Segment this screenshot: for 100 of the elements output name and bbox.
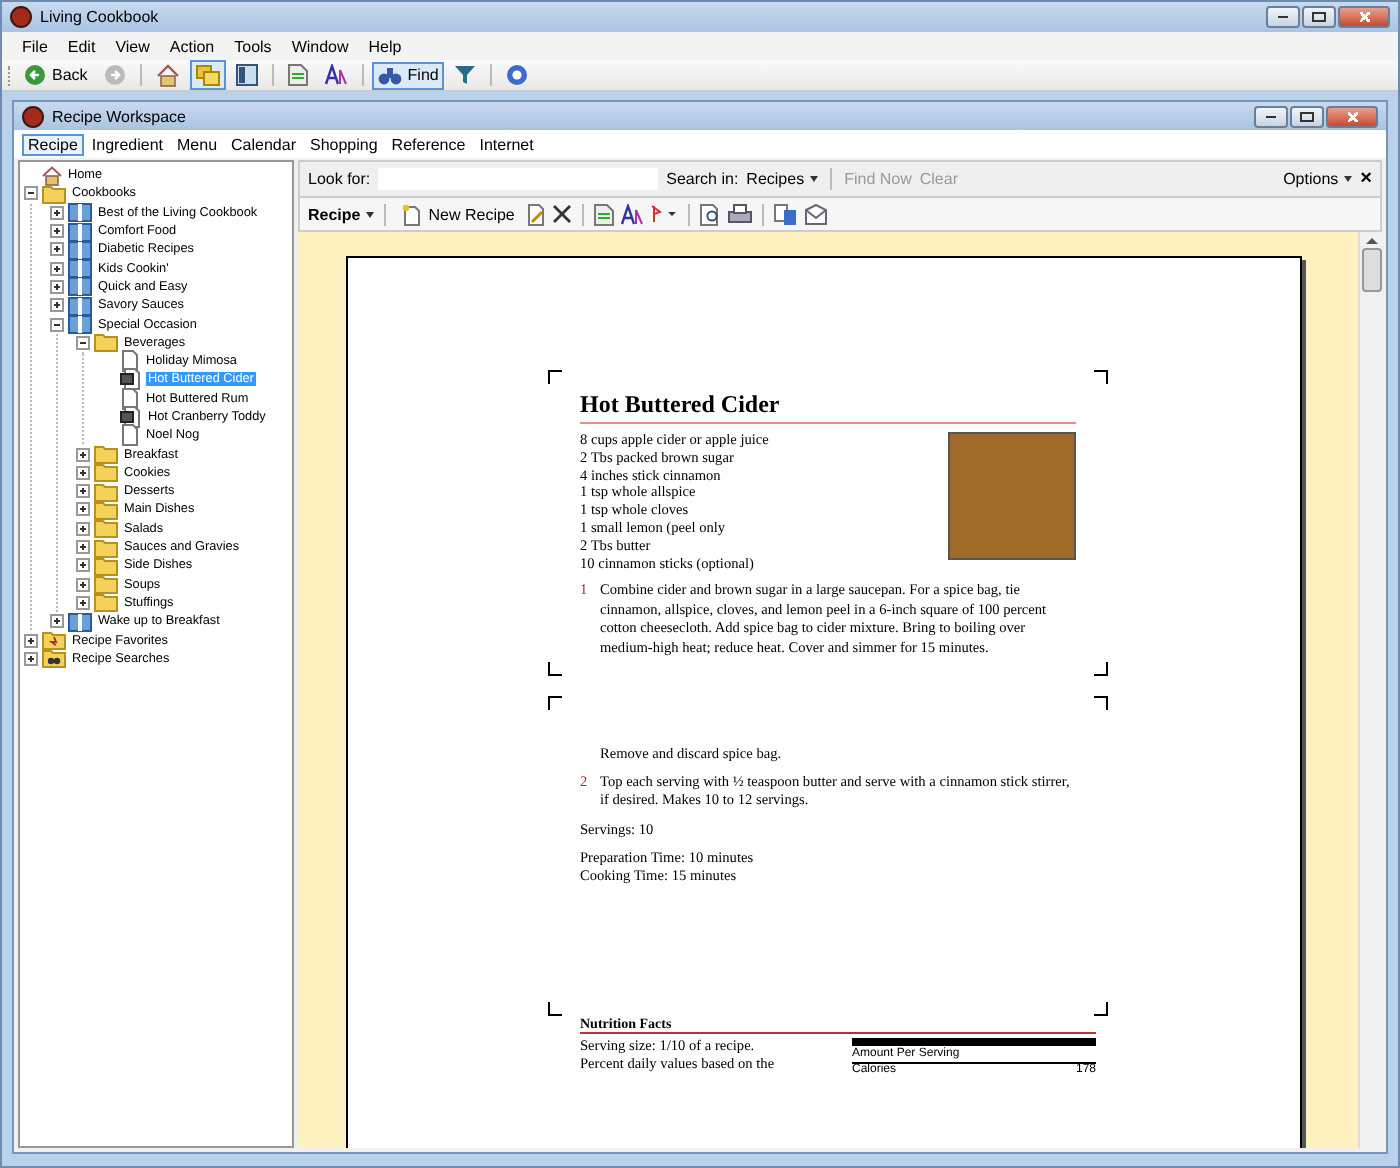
book-icon: [68, 239, 92, 260]
document-icon[interactable]: [594, 203, 615, 225]
tomato-logo-icon: [10, 6, 32, 28]
expand-toggle[interactable]: [76, 502, 90, 517]
crop-mark: [1094, 370, 1108, 384]
folder-icon: [94, 574, 118, 595]
expand-toggle[interactable]: [50, 224, 64, 239]
crop-mark: [1094, 662, 1108, 677]
expand-toggle[interactable]: [76, 447, 90, 462]
expand-toggle[interactable]: [76, 521, 90, 536]
expand-toggle[interactable]: [24, 651, 38, 666]
expand-toggle[interactable]: [76, 595, 90, 610]
folder-icon: [42, 183, 66, 204]
close-button[interactable]: ×: [1360, 168, 1372, 190]
expand-toggle[interactable]: [76, 465, 90, 480]
folder-icon: [94, 444, 118, 465]
book-icon: [68, 611, 92, 632]
back-button[interactable]: Back: [18, 60, 94, 90]
expand-toggle[interactable]: [50, 261, 64, 276]
book-icon: [68, 202, 92, 223]
menu-item[interactable]: Tools: [226, 37, 280, 55]
house-icon: [42, 165, 62, 186]
book-icon: [68, 221, 92, 242]
workspace-tab[interactable]: Reference: [385, 133, 472, 155]
expand-toggle[interactable]: [76, 540, 90, 555]
folder-icon: [94, 555, 118, 576]
scrollbar[interactable]: [1358, 232, 1382, 1148]
tomato-logo-icon: [22, 105, 44, 127]
menu-item[interactable]: View: [107, 37, 158, 55]
menu-item[interactable]: Edit: [59, 37, 104, 55]
binoculars-icon: [377, 65, 402, 85]
page-icon: [120, 387, 140, 410]
maximize-button[interactable]: [1302, 6, 1336, 28]
copy-page-icon[interactable]: [774, 203, 799, 225]
page-with-picture-icon: [120, 406, 142, 429]
minimize-button[interactable]: [1254, 105, 1288, 127]
workspace-tab[interactable]: Ingredient: [85, 133, 169, 155]
folder-icon: [94, 481, 118, 502]
search-scope-dropdown[interactable]: Recipes: [746, 170, 819, 188]
crop-mark: [1094, 696, 1108, 711]
new-page-icon: [402, 203, 423, 225]
folder-icon: [94, 500, 118, 520]
caret-icon: [810, 176, 819, 182]
expand-toggle[interactable]: [50, 242, 64, 257]
workspace-tab[interactable]: Shopping: [303, 133, 384, 155]
menu-item[interactable]: Window: [283, 37, 357, 55]
restore-button[interactable]: [1290, 105, 1324, 127]
edit-page-icon[interactable]: [526, 203, 547, 225]
envelope-icon[interactable]: [804, 203, 829, 225]
printer-icon[interactable]: [728, 204, 753, 224]
expand-toggle[interactable]: [76, 484, 90, 499]
expand-toggle[interactable]: [50, 298, 64, 313]
page-with-picture-icon: [120, 368, 142, 391]
menu-item[interactable]: Action: [161, 37, 223, 55]
binoculars-folder-icon: [42, 648, 66, 669]
close-button[interactable]: [1326, 105, 1378, 127]
expand-toggle[interactable]: [24, 633, 38, 648]
expand-toggle[interactable]: [76, 577, 90, 592]
menu-item[interactable]: Help: [360, 37, 410, 55]
find-button[interactable]: Find: [371, 61, 445, 89]
close-button[interactable]: [1338, 6, 1390, 28]
scroll-thumb[interactable]: [1361, 248, 1381, 292]
crop-mark: [548, 662, 562, 677]
collapse-toggle[interactable]: [24, 186, 38, 201]
page-icon: [120, 424, 140, 447]
crop-mark: [548, 696, 562, 711]
expand-toggle[interactable]: [50, 279, 64, 294]
collapse-toggle[interactable]: [50, 317, 64, 332]
field-label: Search in:: [666, 170, 739, 188]
recipe-menu-button[interactable]: Recipe: [308, 205, 375, 223]
book-icon: [68, 258, 92, 279]
star-folder-icon: [42, 630, 66, 651]
folder-icon: [94, 537, 118, 558]
workspace-tab[interactable]: Menu: [171, 133, 224, 155]
collapse-toggle[interactable]: [76, 335, 90, 350]
book-icon: [68, 295, 92, 316]
workspace-tab[interactable]: Recipe: [22, 133, 84, 155]
field-label: Look for:: [308, 170, 371, 188]
folder-icon: [94, 592, 118, 613]
flag-icon[interactable]: [650, 204, 679, 224]
expand-toggle[interactable]: [50, 205, 64, 220]
expand-toggle[interactable]: [76, 558, 90, 573]
workspace-tab[interactable]: Calendar: [225, 133, 302, 155]
caret-icon: [366, 211, 375, 217]
folder-icon: [94, 518, 118, 539]
new-recipe-button[interactable]: New Recipe: [396, 199, 521, 229]
crop-mark: [548, 1002, 562, 1017]
minimize-button[interactable]: [1266, 6, 1300, 28]
delete-icon[interactable]: [552, 204, 573, 224]
book-icon: [68, 276, 92, 297]
menu-item[interactable]: File: [14, 37, 56, 55]
print-preview-icon[interactable]: [700, 203, 723, 225]
expand-toggle[interactable]: [50, 614, 64, 629]
crop-mark: [1094, 1002, 1108, 1017]
options-dropdown[interactable]: Options: [1283, 170, 1353, 188]
workspace-tab[interactable]: Internet: [473, 133, 540, 155]
font-letters-icon[interactable]: [620, 203, 645, 225]
window-title: Recipe Workspace: [52, 107, 186, 125]
crop-mark: [548, 370, 562, 384]
caret-icon: [1344, 176, 1353, 182]
